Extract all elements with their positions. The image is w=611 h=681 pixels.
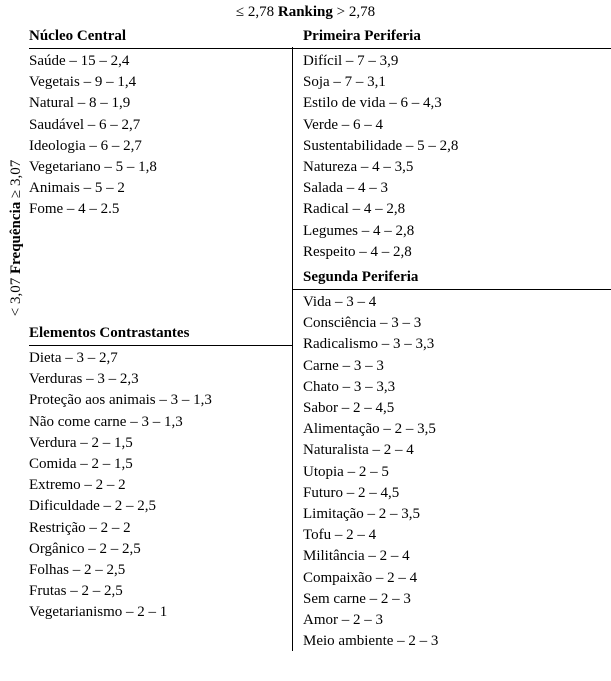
list-item: Não come carne – 3 – 1,3 [29, 413, 183, 430]
list-item: Animais – 5 – 2 [29, 180, 125, 197]
ranking-axis-label: ≤ 2,78 Ranking > 2,78 [0, 3, 611, 21]
list-item: Soja – 7 – 3,1 [303, 74, 386, 91]
list-item: Sabor – 2 – 4,5 [303, 400, 395, 417]
list-item: Restrição – 2 – 2 [29, 519, 131, 536]
list-item: Vegetais – 9 – 1,4 [29, 74, 137, 91]
quadrant-title-segunda-periferia: Segunda Periferia [303, 269, 419, 286]
list-item: Comida – 2 – 1,5 [29, 456, 133, 473]
ranking-axis-name: Ranking [277, 4, 333, 20]
term-list-elementos-contrastantes: Dieta – 3 – 2,7 Verduras – 3 – 2,3 Proteçã… [29, 348, 292, 624]
list-item: Vegetariano – 5 – 1,8 [29, 159, 157, 176]
list-item: Natureza – 4 – 3,5 [303, 159, 414, 176]
list-item: Proteção aos animais – 3 – 1,3 [29, 392, 212, 409]
list-item: Tofu – 2 – 4 [303, 527, 377, 544]
list-item: Natural – 8 – 1,9 [29, 95, 131, 112]
list-item: Consciência – 3 – 3 [303, 315, 422, 332]
list-item: Carne – 3 – 3 [303, 357, 384, 374]
list-item: Respeito – 4 – 2,8 [303, 243, 412, 260]
list-item: Chato – 3 – 3,3 [303, 378, 396, 395]
table-row-top: Núcleo Central Saúde – 15 – 2,4 Vegetais … [29, 26, 611, 263]
spacer-left [29, 263, 292, 323]
list-item: Radical – 4 – 2,8 [303, 201, 406, 218]
list-item: Futuro – 2 – 4,5 [303, 484, 400, 501]
list-item: Ideologia – 6 – 2,7 [29, 137, 142, 154]
list-item: Verde – 6 – 4 [303, 116, 383, 133]
list-item: Dieta – 3 – 2,7 [29, 350, 118, 367]
list-item: Alimentação – 2 – 3,5 [303, 421, 436, 438]
quadrant-title-nucleo-central: Núcleo Central [29, 28, 127, 44]
list-item: Salada – 4 – 3 [303, 180, 388, 197]
ranking-axis-low: ≤ 2,78 [235, 4, 275, 20]
quadrant-rule-nucleo-central [29, 48, 292, 49]
term-list-segunda-periferia: Vida – 3 – 4 Consciência – 3 – 3 Radicalis… [303, 292, 611, 652]
quadrant-rule-segunda-periferia [292, 289, 611, 291]
quadrant-title-primeira-periferia: Primeira Periferia [303, 28, 421, 44]
list-item: Saúde – 15 – 2,4 [29, 53, 130, 69]
term-list-primeira-periferia: Difícil – 7 – 3,9 Soja – 7 – 3,1 Estilo de… [303, 51, 611, 263]
list-item: Sem carne – 2 – 3 [303, 590, 411, 607]
list-item: Vida – 3 – 4 [303, 294, 377, 311]
quadrant-elementos-contrastantes: Elementos Contrastantes Dieta – 3 – 2,7 V… [29, 263, 292, 652]
list-item: Compaixão – 2 – 4 [303, 569, 418, 586]
list-item: Difícil – 7 – 3,9 [303, 53, 399, 69]
list-item: Sustentabilidade – 5 – 2,8 [303, 137, 459, 154]
list-item: Utopia – 2 – 5 [303, 463, 389, 480]
list-item: Dificuldade – 2 – 2,5 [29, 498, 157, 515]
ranking-axis-high: > 2,78 [336, 4, 376, 20]
list-item: Extremo – 2 – 2 [29, 477, 126, 494]
quadrant-title-elementos-contrastantes: Elementos Contrastantes [29, 325, 190, 342]
quadrant-rule-primeira-periferia [292, 48, 611, 49]
term-list-nucleo-central: Saúde – 15 – 2,4 Vegetais – 9 – 1,4 Natura… [29, 51, 292, 221]
list-item: Legumes – 4 – 2,8 [303, 222, 415, 239]
list-item: Limitação – 2 – 3,5 [303, 506, 421, 523]
list-item: Frutas – 2 – 2,5 [29, 583, 123, 600]
table-row-bottom: Elementos Contrastantes Dieta – 3 – 2,7 V… [29, 263, 611, 652]
list-item: Folhas – 2 – 2,5 [29, 562, 126, 579]
quadrant-primeira-periferia: Primeira Periferia Difícil – 7 – 3,9 Soja… [292, 26, 611, 263]
list-item: Vegetarianismo – 2 – 1 [29, 604, 168, 621]
list-item: Radicalismo – 3 – 3,3 [303, 336, 435, 353]
list-item: Naturalista – 2 – 4 [303, 442, 414, 459]
quadrant-nucleo-central: Núcleo Central Saúde – 15 – 2,4 Vegetais … [29, 26, 292, 263]
frequency-axis-high: ≥ 3,07 [8, 159, 24, 199]
list-item: Orgânico – 2 – 2,5 [29, 540, 141, 557]
frequency-axis-low: < 3,07 [8, 277, 24, 317]
list-item: Verduras – 3 – 2,3 [29, 371, 139, 388]
quadrant-rule-elementos-contrastantes [29, 345, 292, 347]
list-item: Verdura – 2 – 1,5 [29, 434, 133, 451]
list-item: Meio ambiente – 2 – 3 [303, 633, 439, 650]
list-item: Amor – 2 – 3 [303, 612, 383, 629]
quadrant-segunda-periferia: Segunda Periferia Vida – 3 – 4 Consciênci… [292, 263, 611, 652]
frequency-axis-label: < 3,07 Frequência ≥ 3,07 [8, 138, 24, 338]
four-quadrant-table: Núcleo Central Saúde – 15 – 2,4 Vegetais … [29, 26, 611, 652]
list-item: Militância – 2 – 4 [303, 548, 410, 565]
list-item: Saudável – 6 – 2,7 [29, 116, 141, 133]
frequency-axis-name: Frequência [8, 201, 24, 274]
list-item: Fome – 4 – 2.5 [29, 201, 120, 218]
list-item: Estilo de vida – 6 – 4,3 [303, 95, 442, 112]
